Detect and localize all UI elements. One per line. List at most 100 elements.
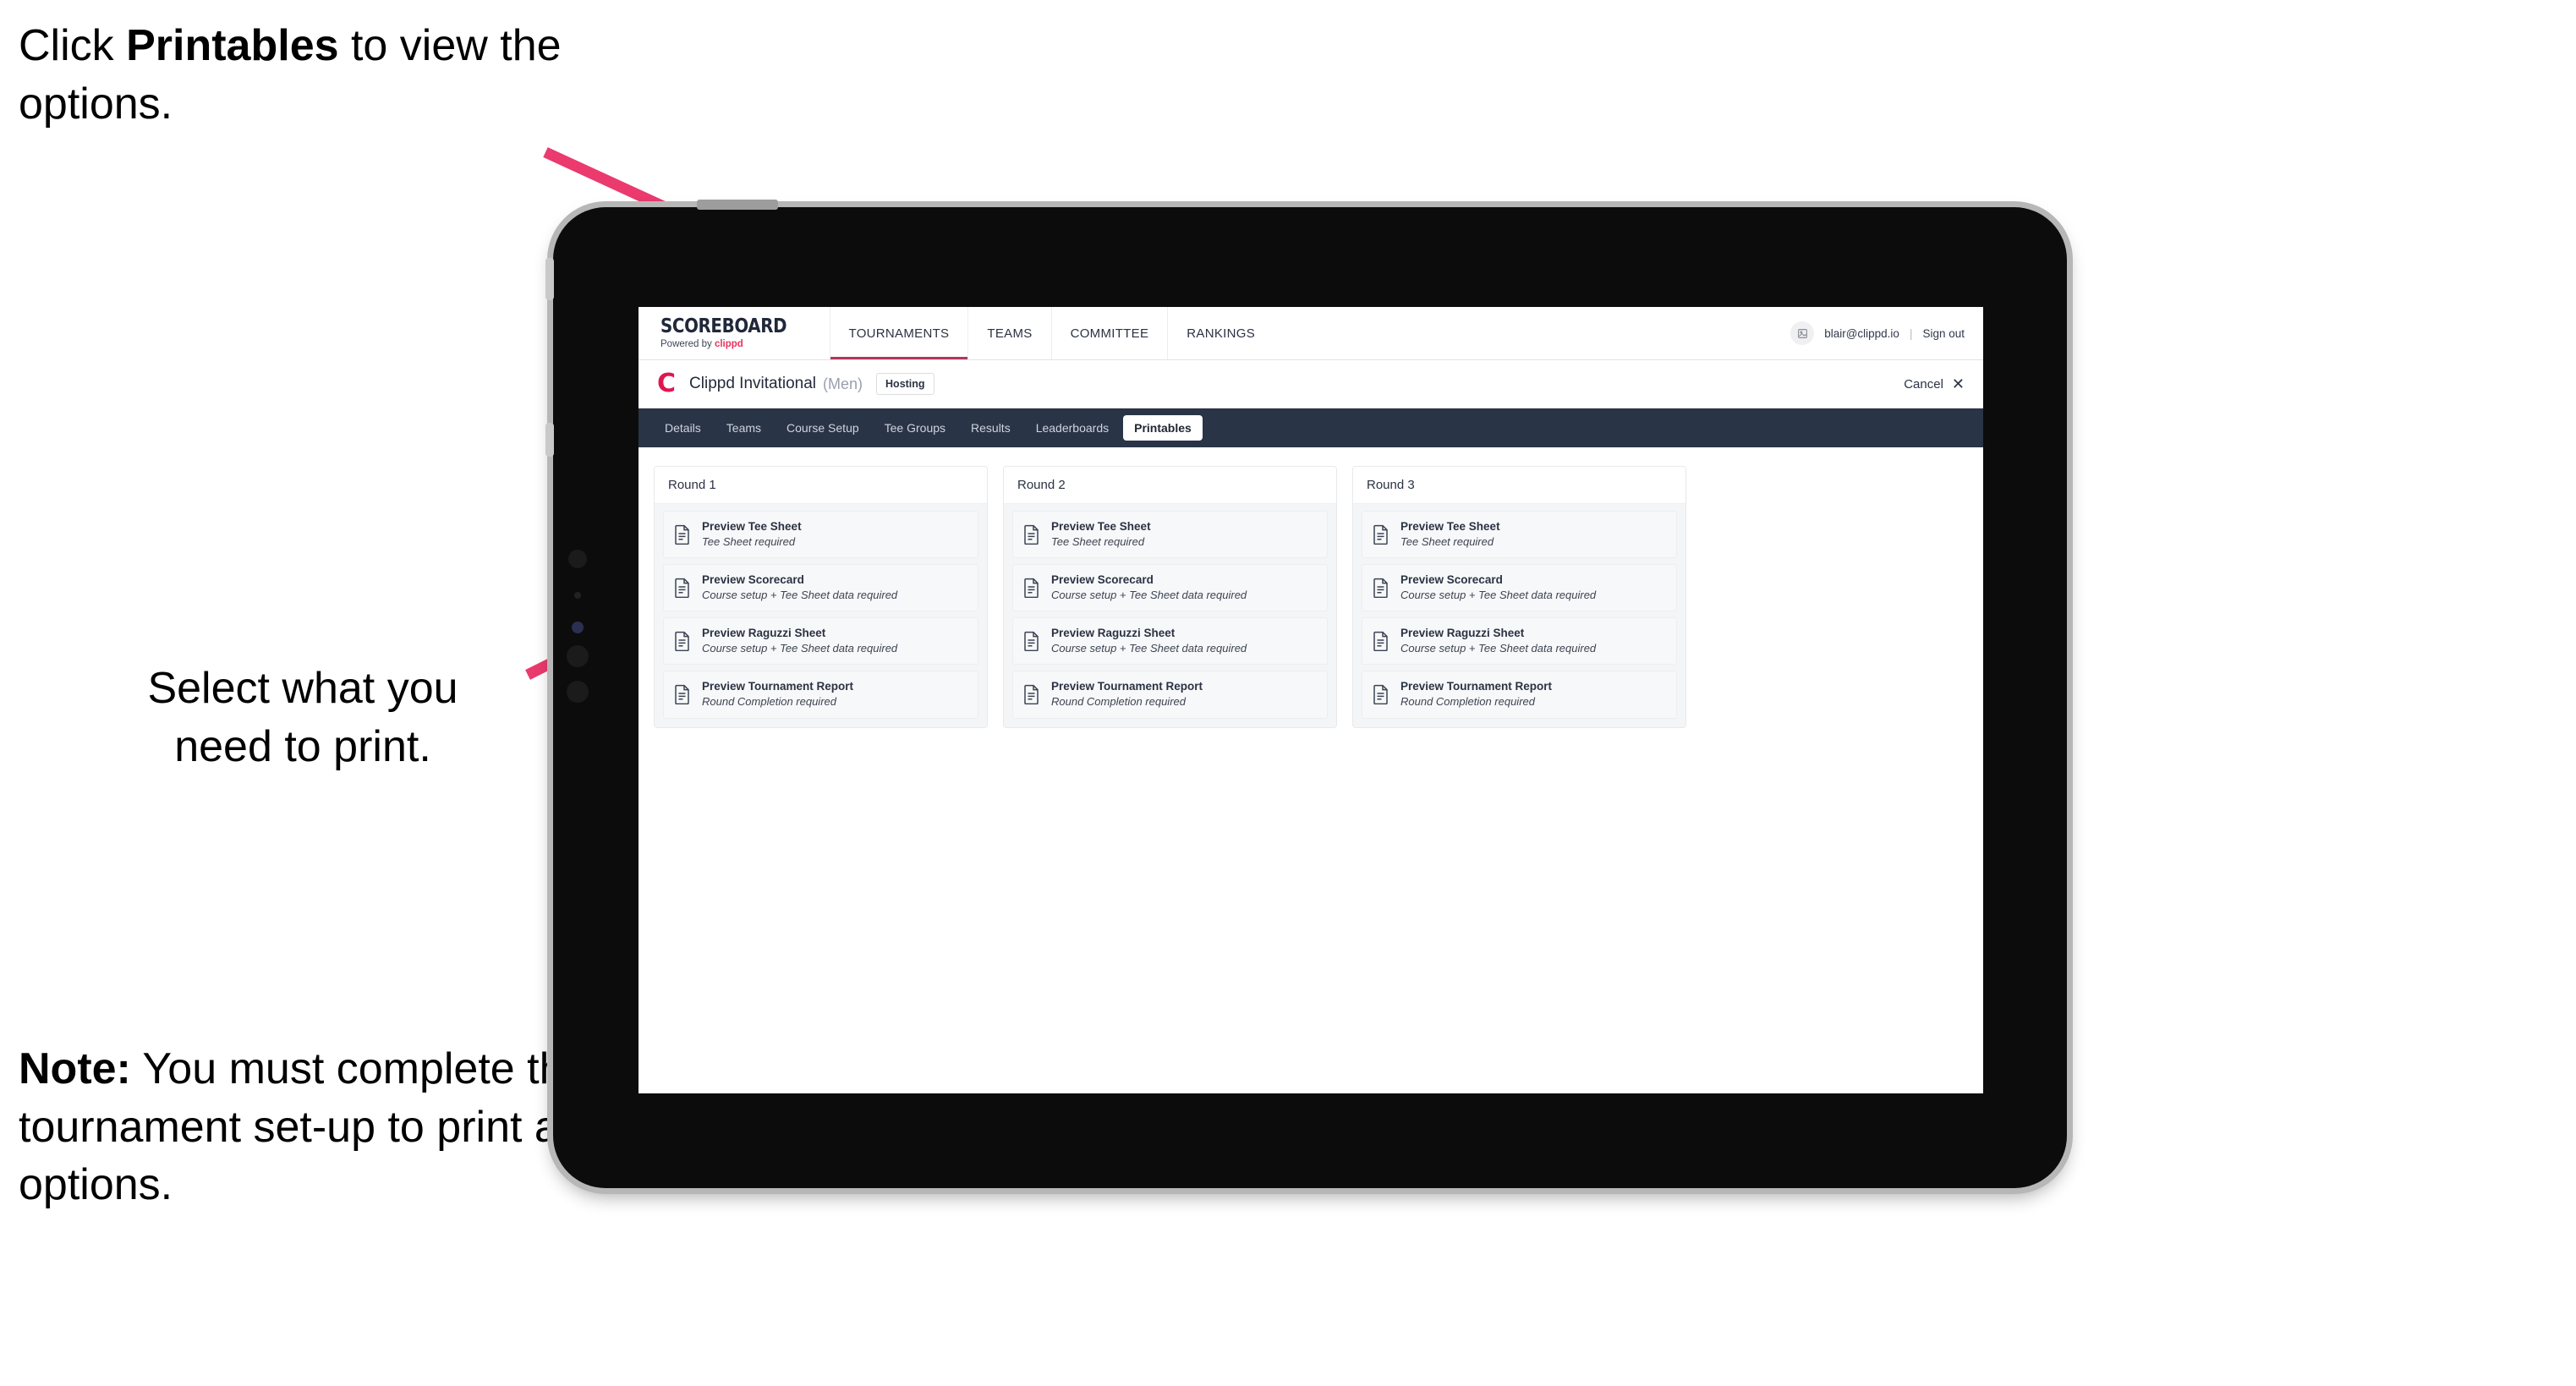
printable-title: Preview Tournament Report — [1400, 680, 1553, 693]
printable-requirement: Round Completion required — [702, 695, 836, 709]
document-icon — [674, 684, 691, 705]
tab-label-details: Details — [665, 421, 701, 435]
printable-requirement: Tee Sheet required — [1051, 534, 1145, 548]
printable-item-raguzzi-sheet[interactable]: Preview Raguzzi Sheet Course setup + Tee… — [1362, 617, 1677, 666]
tablet-volume-up-button[interactable] — [567, 645, 589, 667]
document-icon — [1373, 684, 1389, 705]
brand-logo[interactable]: SCOREBOARD Powered by clippd — [639, 307, 830, 359]
printable-item-scorecard[interactable]: Preview Scorecard Course setup + Tee She… — [663, 564, 978, 612]
brand-title: SCOREBOARD — [660, 315, 787, 337]
document-icon — [1023, 524, 1040, 545]
tablet-left-rail-upper — [545, 258, 554, 300]
topnav-item-rankings[interactable]: RANKINGS — [1167, 307, 1274, 359]
topnav-item-committee[interactable]: COMMITTEE — [1050, 307, 1168, 359]
printable-title: Preview Scorecard — [1051, 573, 1154, 587]
printable-requirement: Round Completion required — [1400, 695, 1535, 709]
tab-results[interactable]: Results — [960, 415, 1022, 441]
tablet-volume-down-button[interactable] — [567, 681, 589, 703]
round-title: Round 1 — [655, 467, 987, 504]
round-column: Round 3 Preview Tee Sheet Tee Sheet requ… — [1352, 466, 1686, 728]
topnav-label-tournaments: TOURNAMENTS — [848, 326, 950, 341]
printable-item-text: Preview Tee Sheet Tee Sheet required — [1400, 520, 1500, 548]
round-title: Round 2 — [1004, 467, 1336, 504]
printable-title: Preview Raguzzi Sheet — [1051, 627, 1176, 640]
brand-subtitle: Powered by clippd — [660, 338, 808, 350]
sign-out-link[interactable]: Sign out — [1922, 327, 1965, 340]
printable-item-text: Preview Tee Sheet Tee Sheet required — [702, 520, 802, 548]
tablet-screen: SCOREBOARD Powered by clippd TOURNAMENTS… — [639, 307, 1983, 1093]
printable-item-text: Preview Scorecard Course setup + Tee She… — [702, 573, 898, 601]
printable-title: Preview Tournament Report — [702, 680, 854, 693]
tab-course-setup[interactable]: Course Setup — [776, 415, 870, 441]
tab-leaderboards[interactable]: Leaderboards — [1025, 415, 1120, 441]
topnav-label-committee: COMMITTEE — [1070, 326, 1149, 341]
tab-teams[interactable]: Teams — [715, 415, 772, 441]
callout-note-label: Note: — [19, 1044, 131, 1093]
tab-printables[interactable]: Printables — [1123, 415, 1203, 441]
section-nav: Details Teams Course Setup Tee Groups Re… — [639, 408, 1983, 447]
printable-item-tournament-report[interactable]: Preview Tournament Report Round Completi… — [663, 671, 978, 719]
round-items: Preview Tee Sheet Tee Sheet required Pre… — [655, 504, 987, 727]
tablet-button-upper[interactable] — [568, 550, 587, 568]
document-icon — [674, 578, 691, 599]
callout-top-bold: Printables — [126, 21, 339, 70]
tab-details[interactable]: Details — [654, 415, 712, 441]
printable-requirement: Course setup + Tee Sheet data required — [702, 588, 898, 601]
printable-item-text: Preview Tee Sheet Tee Sheet required — [1051, 520, 1151, 548]
printable-requirement: Tee Sheet required — [702, 534, 796, 548]
printable-item-raguzzi-sheet[interactable]: Preview Raguzzi Sheet Course setup + Tee… — [663, 617, 978, 666]
document-icon — [1023, 578, 1040, 599]
user-avatar-icon[interactable] — [1790, 321, 1815, 345]
round-column: Round 2 Preview Tee Sheet Tee Sheet requ… — [1003, 466, 1337, 728]
document-icon — [1023, 684, 1040, 705]
document-icon — [674, 631, 691, 652]
app-header: SCOREBOARD Powered by clippd TOURNAMENTS… — [639, 307, 1983, 360]
printable-item-scorecard[interactable]: Preview Scorecard Course setup + Tee She… — [1012, 564, 1328, 612]
document-icon — [1023, 631, 1040, 652]
brand-subtitle-prefix: Powered by — [660, 338, 715, 349]
printable-title: Preview Scorecard — [702, 573, 804, 587]
close-x-icon: ✕ — [1951, 375, 1965, 392]
printable-requirement: Course setup + Tee Sheet data required — [1400, 588, 1597, 601]
topnav-label-rankings: RANKINGS — [1187, 326, 1256, 341]
round-items: Preview Tee Sheet Tee Sheet required Pre… — [1004, 504, 1336, 727]
printable-item-tee-sheet[interactable]: Preview Tee Sheet Tee Sheet required — [1362, 511, 1677, 559]
hosting-badge[interactable]: Hosting — [876, 373, 934, 395]
printable-item-raguzzi-sheet[interactable]: Preview Raguzzi Sheet Course setup + Tee… — [1012, 617, 1328, 666]
printable-requirement: Course setup + Tee Sheet data required — [702, 642, 898, 655]
topnav-item-teams[interactable]: TEAMS — [967, 307, 1050, 359]
tab-tee-groups[interactable]: Tee Groups — [874, 415, 956, 441]
tab-label-leaderboards: Leaderboards — [1035, 421, 1110, 435]
printable-item-text: Preview Tournament Report Round Completi… — [702, 681, 853, 708]
document-icon — [1373, 631, 1389, 652]
document-icon — [1373, 578, 1389, 599]
printable-title: Preview Tee Sheet — [1051, 520, 1151, 533]
printable-item-tee-sheet[interactable]: Preview Tee Sheet Tee Sheet required — [663, 511, 978, 559]
user-area: blair@clippd.io | Sign out — [1790, 307, 1983, 359]
tablet-device: SCOREBOARD Powered by clippd TOURNAMENTS… — [545, 200, 2067, 1188]
tournament-name: Clippd Invitational — [689, 375, 817, 392]
tablet-status-led — [572, 622, 584, 633]
document-icon — [1373, 524, 1389, 545]
printable-item-tournament-report[interactable]: Preview Tournament Report Round Completi… — [1362, 671, 1677, 719]
printable-title: Preview Raguzzi Sheet — [1400, 627, 1525, 640]
callout-select-print: Select what you need to print. — [147, 664, 458, 771]
topnav-item-tournaments[interactable]: TOURNAMENTS — [829, 307, 968, 359]
printable-title: Preview Tee Sheet — [702, 520, 802, 533]
printable-item-text: Preview Raguzzi Sheet Course setup + Tee… — [702, 627, 897, 655]
tab-label-printables: Printables — [1134, 421, 1192, 435]
callout-top-prefix: Click — [19, 21, 127, 70]
tablet-microphone-dot — [574, 592, 581, 599]
printable-title: Preview Tee Sheet — [1400, 520, 1500, 533]
tablet-left-rail-lower — [545, 423, 554, 457]
printable-item-scorecard[interactable]: Preview Scorecard Course setup + Tee She… — [1362, 564, 1677, 612]
callout-click-printables: Click Printables to view the options. — [19, 17, 577, 133]
printable-title: Preview Scorecard — [1400, 573, 1503, 587]
cancel-button[interactable]: Cancel ✕ — [1904, 376, 1965, 392]
printable-item-tee-sheet[interactable]: Preview Tee Sheet Tee Sheet required — [1012, 511, 1328, 559]
round-column: Round 1 Preview Tee Sheet Tee Sheet requ… — [654, 466, 988, 728]
tab-label-course-setup: Course Setup — [787, 421, 859, 435]
printable-requirement: Course setup + Tee Sheet data required — [1400, 642, 1597, 655]
user-email: blair@clippd.io — [1824, 326, 1899, 340]
printable-item-tournament-report[interactable]: Preview Tournament Report Round Completi… — [1012, 671, 1328, 719]
